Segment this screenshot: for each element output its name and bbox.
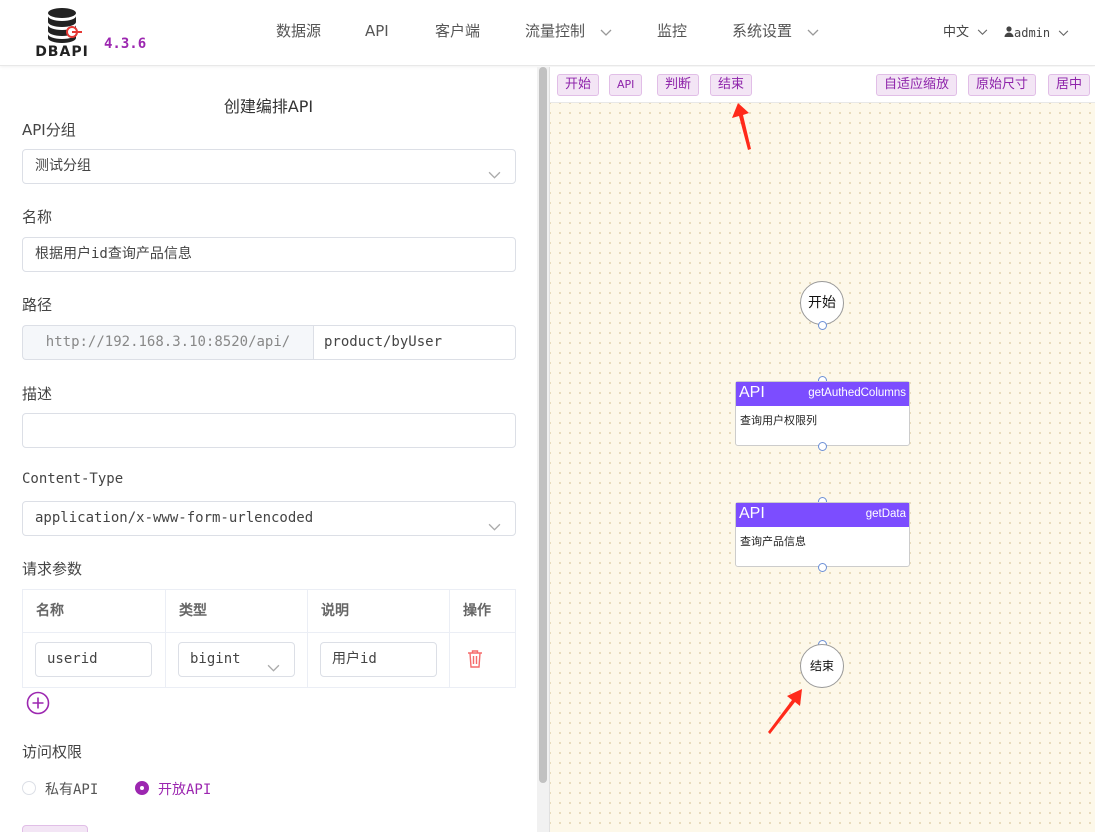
chevron-down-icon bbox=[807, 1, 819, 63]
nav-traffic-control[interactable]: 流量控制 bbox=[525, 0, 612, 62]
database-icon bbox=[48, 8, 82, 43]
nav-monitor[interactable]: 监控 bbox=[657, 0, 687, 62]
user-icon bbox=[1004, 26, 1014, 41]
api-node-name: getData bbox=[865, 508, 906, 520]
flow-editor: 开始 API 判断 结束 自适应缩放 原始尺寸 居中 开始 API getAut… bbox=[549, 67, 1095, 832]
fit-zoom-button[interactable]: 自适应缩放 bbox=[876, 74, 958, 96]
param-name-cell: userid bbox=[23, 633, 166, 687]
logo-text: DBAPI bbox=[35, 44, 89, 60]
add-end-node-button[interactable]: 结束 bbox=[710, 74, 753, 96]
radio-dot bbox=[22, 781, 36, 795]
page-title: 创建编排API bbox=[223, 97, 314, 116]
params-header-row: 名称 类型 说明 操作 bbox=[23, 590, 515, 633]
nav-label: 流量控制 bbox=[525, 22, 586, 40]
version-label: 4.3.6 bbox=[104, 36, 147, 52]
param-type-select[interactable]: bigint bbox=[178, 642, 295, 677]
chevron-down-icon bbox=[1058, 26, 1069, 41]
radio-private-api[interactable]: 私有API bbox=[22, 779, 98, 799]
dbapi-logo[interactable]: DBAPI bbox=[30, 6, 94, 62]
desc-input[interactable] bbox=[22, 413, 516, 448]
api-node-tag: API bbox=[739, 505, 765, 522]
desc-label: 描述 bbox=[22, 385, 53, 403]
api-node-desc: 查询用户权限列 bbox=[740, 414, 817, 427]
form-scrollbar[interactable] bbox=[537, 67, 549, 832]
top-header: DBAPI 4.3.6 数据源 API 客户端 流量控制 监控 系统设置 中文 … bbox=[0, 0, 1095, 66]
flow-toolbar: 开始 API 判断 结束 自适应缩放 原始尺寸 居中 bbox=[550, 67, 1095, 103]
chevron-down-icon bbox=[977, 25, 988, 40]
radio-dot bbox=[135, 781, 149, 795]
radio-label: 开放API bbox=[158, 782, 212, 798]
group-label: API分组 bbox=[22, 121, 76, 139]
name-input[interactable]: 根据用户id查询产品信息 bbox=[22, 237, 516, 272]
nav-datasource[interactable]: 数据源 bbox=[276, 0, 321, 62]
group-select-value: 测试分组 bbox=[35, 158, 91, 174]
group-select[interactable]: 测试分组 bbox=[22, 149, 516, 184]
chevron-down-icon bbox=[488, 160, 501, 193]
api-node-name: getAuthedColumns bbox=[808, 387, 906, 399]
path-label: 路径 bbox=[22, 296, 53, 314]
api-node[interactable]: API getAuthedColumns 查询用户权限列 bbox=[735, 381, 910, 446]
start-node-out-port[interactable] bbox=[818, 321, 827, 330]
flow-canvas[interactable]: 开始 API getAuthedColumns 查询用户权限列 API getD… bbox=[550, 103, 1095, 832]
param-name-input[interactable]: userid bbox=[35, 642, 152, 677]
param-desc-input[interactable]: 用户id bbox=[320, 642, 437, 677]
nav-label: 数据源 bbox=[276, 22, 322, 40]
radio-label: 私有API bbox=[45, 782, 99, 798]
original-size-button[interactable]: 原始尺寸 bbox=[968, 74, 1037, 96]
column-header: 名称 bbox=[23, 590, 166, 632]
path-prefix: http://192.168.3.10:8520/api/ bbox=[22, 325, 313, 360]
param-action-cell bbox=[450, 633, 515, 687]
delete-icon[interactable] bbox=[467, 650, 483, 672]
start-node[interactable]: 开始 bbox=[800, 281, 844, 325]
access-label: 访问权限 bbox=[22, 743, 83, 761]
api-node[interactable]: API getData 查询产品信息 bbox=[735, 502, 910, 567]
path-input[interactable]: product/byUser bbox=[313, 325, 516, 360]
user-dropdown[interactable]: admin bbox=[1004, 0, 1069, 66]
add-param-icon[interactable] bbox=[26, 691, 50, 719]
param-type-cell: bigint bbox=[166, 633, 308, 687]
nav-client[interactable]: 客户端 bbox=[435, 0, 480, 62]
user-name: admin bbox=[1014, 26, 1051, 40]
nav-system-settings[interactable]: 系统设置 bbox=[732, 0, 819, 62]
radio-public-api[interactable]: 开放API bbox=[135, 779, 211, 799]
add-start-node-button[interactable]: 开始 bbox=[557, 74, 600, 96]
scroll-thumb[interactable] bbox=[539, 67, 547, 783]
api-node-header: API getAuthedColumns bbox=[736, 382, 909, 406]
api-node-out-port[interactable] bbox=[818, 442, 827, 451]
end-node[interactable]: 结束 bbox=[800, 644, 844, 688]
nav-label: 监控 bbox=[657, 22, 688, 40]
params-table: 名称 类型 说明 操作 userid bigint 用户id bbox=[22, 589, 516, 688]
api-node-header: API getData bbox=[736, 503, 909, 527]
params-label: 请求参数 bbox=[22, 560, 83, 578]
content-type-select[interactable]: application/x-www-form-urlencoded bbox=[22, 501, 516, 536]
api-node-tag: API bbox=[739, 384, 765, 401]
column-header: 说明 bbox=[308, 590, 450, 632]
nav-api[interactable]: API bbox=[365, 0, 389, 62]
content-type-value: application/x-www-form-urlencoded bbox=[35, 510, 314, 526]
nav-label: 系统设置 bbox=[732, 22, 793, 40]
chevron-down-icon bbox=[488, 512, 501, 545]
content-type-label: Content-Type bbox=[22, 471, 124, 487]
column-header: 类型 bbox=[166, 590, 308, 632]
chevron-down-icon bbox=[600, 1, 612, 63]
param-type-value: bigint bbox=[190, 651, 241, 667]
annotation-arrow-icon bbox=[732, 103, 751, 150]
nav-label: API bbox=[365, 22, 389, 40]
name-label: 名称 bbox=[22, 208, 53, 226]
add-api-node-button[interactable]: API bbox=[609, 74, 643, 96]
annotation-arrow-icon bbox=[768, 689, 802, 734]
table-row: userid bigint 用户id bbox=[23, 633, 515, 687]
language-label: 中文 bbox=[943, 25, 970, 40]
param-desc-cell: 用户id bbox=[308, 633, 450, 687]
chevron-down-icon bbox=[267, 653, 280, 686]
nav-label: 客户端 bbox=[435, 22, 481, 40]
api-form-panel: 创建编排API API分组 测试分组 名称 根据用户id查询产品信息 路径 ht… bbox=[0, 67, 537, 832]
api-node-desc: 查询产品信息 bbox=[740, 535, 806, 548]
column-header: 操作 bbox=[463, 603, 491, 619]
api-node-out-port[interactable] bbox=[818, 563, 827, 572]
add-condition-node-button[interactable]: 判断 bbox=[657, 74, 700, 96]
submit-button[interactable] bbox=[22, 825, 88, 832]
center-button[interactable]: 居中 bbox=[1048, 74, 1091, 96]
language-dropdown[interactable]: 中文 bbox=[943, 0, 988, 66]
